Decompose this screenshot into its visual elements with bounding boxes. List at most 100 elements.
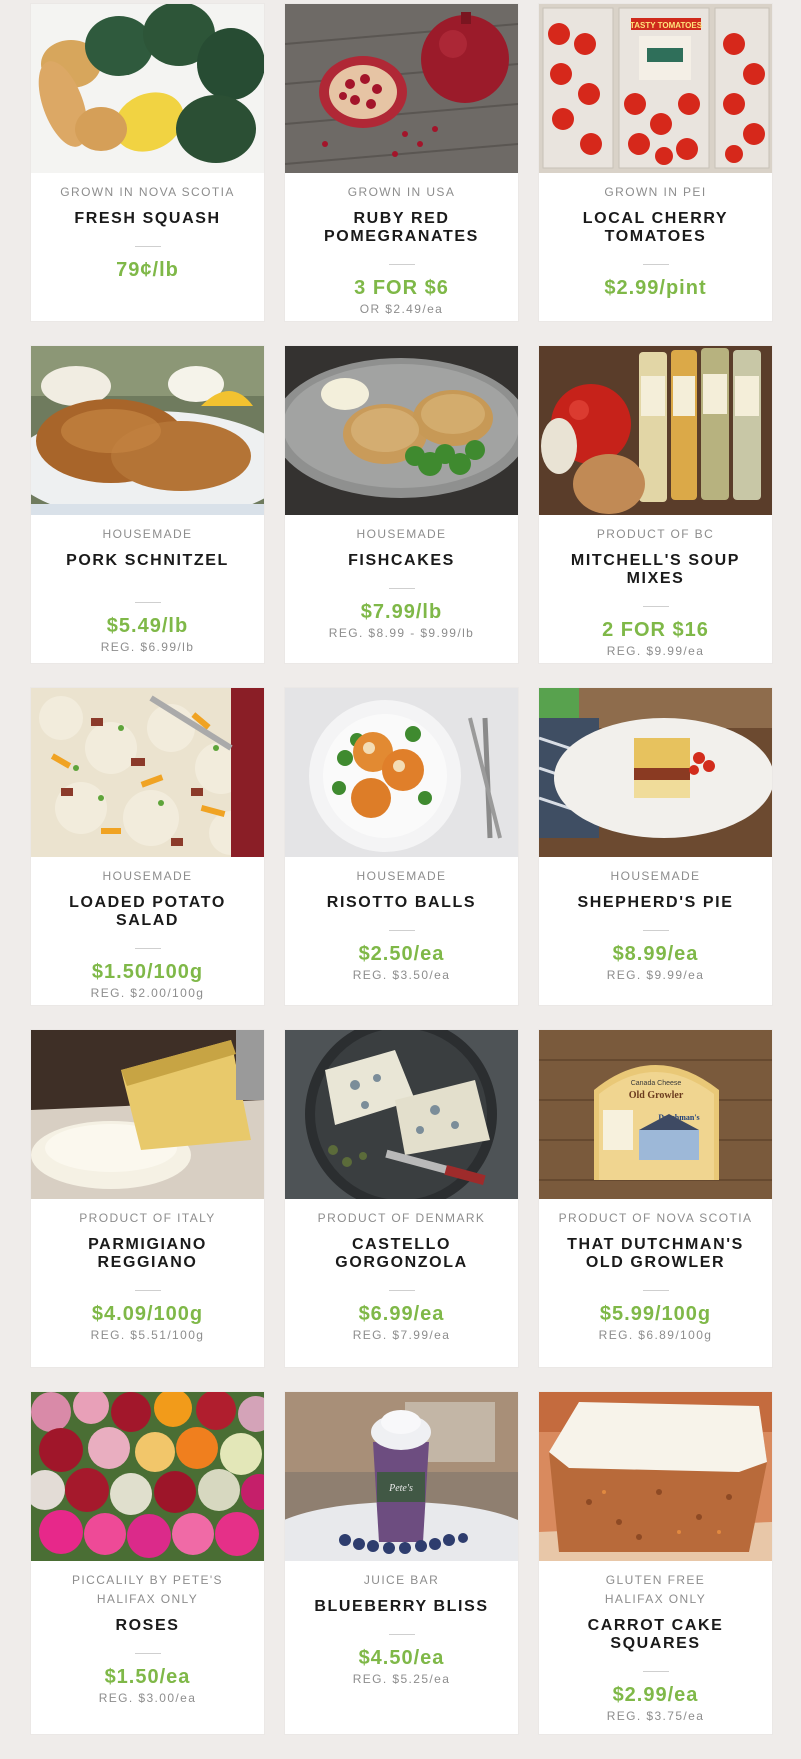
product-card[interactable]: Pete's JUICE BAR BLUEBERRY BLISS $4.50/e… (285, 1392, 518, 1734)
roses-photo[interactable] (31, 1392, 264, 1561)
product-price: $8.99/ea (612, 943, 699, 965)
product-price: $1.50/100g (91, 961, 204, 983)
product-origin: PICCALILY BY PETE'S HALIFAX ONLY (72, 1573, 223, 1606)
product-name[interactable]: LOADED POTATO SALAD (49, 894, 246, 930)
product-card[interactable]: PICCALILY BY PETE'S HALIFAX ONLY ROSES $… (31, 1392, 264, 1734)
divider (134, 1290, 161, 1291)
growler-label-title: Old Growler (629, 1090, 684, 1101)
parmigiano-photo[interactable] (31, 1030, 264, 1199)
divider (388, 1290, 415, 1291)
product-card[interactable]: GROWN IN NOVA SCOTIA FRESH SQUASH 79¢/lb (31, 4, 264, 321)
product-card[interactable]: PRODUCT OF BC MITCHELL'S SOUP MIXES 2 FO… (539, 346, 772, 663)
divider (642, 1671, 669, 1672)
old-growler-photo[interactable]: Canada Cheese Old Growler Dutchman's (539, 1030, 772, 1199)
divider (388, 930, 415, 931)
risotto-balls-photo[interactable] (285, 688, 518, 857)
product-name[interactable]: FISHCAKES (303, 552, 500, 570)
product-name[interactable]: PARMIGIANO REGGIANO (49, 1236, 246, 1272)
product-name[interactable]: CASTELLO GORGONZOLA (303, 1236, 500, 1272)
divider (134, 1653, 161, 1654)
product-name[interactable]: FRESH SQUASH (49, 210, 246, 228)
divider (642, 930, 669, 931)
product-name[interactable]: CARROT CAKE SQUARES (557, 1617, 754, 1653)
product-card[interactable]: PRODUCT OF ITALY PARMIGIANO REGGIANO $4.… (31, 1030, 264, 1367)
product-name[interactable]: RISOTTO BALLS (303, 894, 500, 912)
product-card[interactable]: GROWN IN USA RUBY RED POMEGRANATES 3 FOR… (285, 4, 518, 321)
product-name[interactable]: BLUEBERRY BLISS (303, 1598, 500, 1616)
product-price: $1.50/ea (104, 1666, 191, 1688)
smoothie-photo[interactable]: Pete's (285, 1392, 518, 1561)
product-card[interactable]: HOUSEMADE SHEPHERD'S PIE $8.99/ea REG. $… (539, 688, 772, 1005)
product-name[interactable]: SHEPHERD'S PIE (557, 894, 754, 912)
product-price: $5.49/lb (106, 615, 189, 637)
pomegranate-photo[interactable] (285, 4, 518, 173)
fishcakes-photo[interactable] (285, 346, 518, 515)
product-row: PICCALILY BY PETE'S HALIFAX ONLY ROSES $… (31, 1392, 774, 1734)
divider (642, 264, 669, 265)
potato-salad-photo[interactable] (31, 688, 264, 857)
divider (134, 602, 161, 603)
cherry-tomatoes-photo[interactable]: TASTY TOMATOES (539, 4, 772, 173)
product-card[interactable]: TASTY TOMATOES GROWN IN PEI LOCAL CHERRY… (539, 4, 772, 321)
product-origin: GLUTEN FREE HALIFAX ONLY (604, 1573, 707, 1606)
gorgonzola-photo[interactable] (285, 1030, 518, 1199)
regular-price: REG. $2.00/100g (90, 986, 205, 1000)
divider (134, 948, 161, 949)
product-price: 2 FOR $16 (602, 619, 709, 641)
product-origin: HOUSEMADE (356, 869, 447, 883)
regular-price: REG. $3.75/ea (606, 1709, 705, 1723)
product-price: $6.99/ea (358, 1303, 445, 1325)
product-price: $2.50/ea (358, 943, 445, 965)
product-price: 3 FOR $6 (354, 277, 449, 299)
regular-price: REG. $6.99/lb (100, 640, 195, 654)
product-origin: PRODUCT OF BC (596, 527, 715, 541)
smoothie-label: Pete's (388, 1483, 413, 1494)
product-price: $2.99/ea (612, 1684, 699, 1706)
product-name[interactable]: THAT DUTCHMAN'S OLD GROWLER (557, 1236, 754, 1272)
tomato-label: TASTY TOMATOES (630, 21, 703, 30)
regular-price: REG. $5.25/ea (352, 1672, 451, 1686)
carrot-cake-photo[interactable] (539, 1392, 772, 1561)
product-card[interactable]: Canada Cheese Old Growler Dutchman's PRO… (539, 1030, 772, 1367)
product-grid: GROWN IN NOVA SCOTIA FRESH SQUASH 79¢/lb (31, 4, 774, 1759)
product-origin: HOUSEMADE (102, 527, 193, 541)
shepherds-pie-photo[interactable] (539, 688, 772, 857)
product-name[interactable]: PORK SCHNITZEL (49, 552, 246, 570)
product-origin: GROWN IN USA (347, 185, 456, 199)
product-price: 79¢/lb (116, 259, 179, 281)
product-name[interactable]: MITCHELL'S SOUP MIXES (557, 552, 754, 588)
divider (642, 606, 669, 607)
product-price: $7.99/lb (360, 601, 443, 623)
product-row: GROWN IN NOVA SCOTIA FRESH SQUASH 79¢/lb (31, 4, 774, 321)
product-name[interactable]: ROSES (49, 1617, 246, 1635)
product-price: $4.50/ea (358, 1647, 445, 1669)
regular-price: REG. $5.51/100g (90, 1328, 205, 1342)
product-card[interactable]: GLUTEN FREE HALIFAX ONLY CARROT CAKE SQU… (539, 1392, 772, 1734)
product-name[interactable]: LOCAL CHERRY TOMATOES (557, 210, 754, 246)
product-price: $2.99/pint (604, 277, 707, 299)
squash-photo[interactable] (31, 4, 264, 173)
product-card[interactable]: PRODUCT OF DENMARK CASTELLO GORGONZOLA $… (285, 1030, 518, 1367)
product-name[interactable]: RUBY RED POMEGRANATES (303, 210, 500, 246)
regular-price: REG. $7.99/ea (352, 1328, 451, 1342)
regular-price: REG. $8.99 - $9.99/lb (328, 626, 475, 640)
product-card[interactable]: HOUSEMADE LOADED POTATO SALAD $1.50/100g… (31, 688, 264, 1005)
soup-mixes-photo[interactable] (539, 346, 772, 515)
product-origin: HOUSEMADE (356, 527, 447, 541)
regular-price: REG. $6.89/100g (598, 1328, 713, 1342)
product-origin: HOUSEMADE (102, 869, 193, 883)
product-origin: PRODUCT OF DENMARK (317, 1211, 486, 1225)
divider (134, 246, 161, 247)
product-origin: GROWN IN NOVA SCOTIA (60, 185, 235, 199)
schnitzel-photo[interactable] (31, 346, 264, 515)
product-price: $5.99/100g (599, 1303, 712, 1325)
product-card[interactable]: HOUSEMADE FISHCAKES $7.99/lb REG. $8.99 … (285, 346, 518, 663)
divider (388, 1634, 415, 1635)
regular-price: REG. $3.50/ea (352, 968, 451, 982)
product-card[interactable]: HOUSEMADE RISOTTO BALLS $2.50/ea REG. $3… (285, 688, 518, 1005)
product-origin: PRODUCT OF NOVA SCOTIA (558, 1211, 753, 1225)
divider (388, 588, 415, 589)
product-card[interactable]: HOUSEMADE PORK SCHNITZEL $5.49/lb REG. $… (31, 346, 264, 663)
product-origin: PRODUCT OF ITALY (79, 1211, 216, 1225)
product-origin: GROWN IN PEI (604, 185, 707, 199)
